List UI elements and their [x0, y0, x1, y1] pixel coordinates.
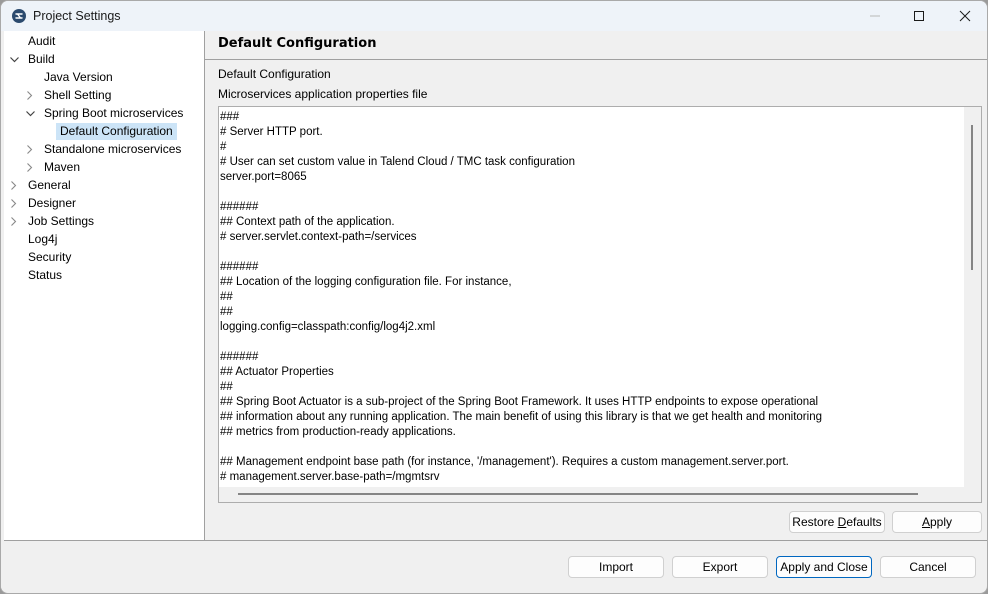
tree-item-label: Standalone microservices — [44, 142, 182, 156]
settings-tree: Audit Build Java Version Shell Setting Sprin… — [4, 31, 205, 540]
tree-item-label: Spring Boot microservices — [44, 106, 184, 120]
tree-item-label: Maven — [44, 160, 81, 174]
vertical-scroll-thumb[interactable] — [971, 125, 973, 270]
restore-defaults-label-pre: Restore — [792, 515, 838, 529]
chevron-right-icon[interactable] — [9, 213, 19, 230]
tree-item-general[interactable]: General — [4, 177, 204, 194]
tree-item-spring-boot-microservices[interactable]: Spring Boot microservices — [4, 105, 204, 122]
chevron-right-icon[interactable] — [25, 159, 35, 176]
page-title: Default Configuration — [218, 36, 377, 51]
tree-item-status[interactable]: Status — [4, 267, 204, 284]
close-button[interactable] — [942, 1, 987, 31]
properties-editor[interactable]: ### # Server HTTP port. # # User can set… — [218, 106, 982, 503]
scrollbar-corner — [964, 487, 981, 502]
chevron-right-icon[interactable] — [9, 177, 19, 194]
tree-item-security[interactable]: Security — [4, 249, 204, 266]
tree-item-label: Audit — [28, 34, 56, 48]
tree-item-default-configuration[interactable]: Default Configuration — [4, 123, 204, 140]
tree-item-label: Log4j — [28, 232, 58, 246]
tree-item-label: General — [28, 178, 71, 192]
apply-label-post: pply — [930, 515, 953, 529]
section-label: Default Configuration — [218, 67, 331, 81]
horizontal-scroll-thumb[interactable] — [238, 493, 918, 495]
tree-item-designer[interactable]: Designer — [4, 195, 204, 212]
tree-item-label: Java Version — [44, 70, 113, 84]
restore-defaults-button[interactable]: Restore Defaults — [789, 511, 885, 533]
restore-defaults-label-post: efaults — [846, 515, 882, 529]
chevron-down-icon[interactable] — [25, 105, 35, 122]
import-button[interactable]: Import — [568, 556, 664, 578]
close-icon — [959, 10, 971, 22]
minimize-icon — [870, 15, 880, 17]
tree-item-label: Security — [28, 250, 72, 264]
chevron-right-icon[interactable] — [25, 141, 35, 158]
tree-item-label: Build — [28, 52, 55, 66]
tree-item-label: Designer — [28, 196, 77, 210]
editor-label: Microservices application properties fil… — [218, 87, 428, 101]
tree-item-java-version[interactable]: Java Version — [4, 69, 204, 86]
vertical-scrollbar[interactable] — [964, 107, 981, 502]
apply-button[interactable]: Apply — [892, 511, 982, 533]
tree-item-label: Status — [28, 268, 63, 282]
title-bar: Project Settings — [1, 1, 987, 31]
horizontal-scrollbar[interactable] — [219, 487, 964, 502]
tree-item-log4j[interactable]: Log4j — [4, 231, 204, 248]
tree-item-build[interactable]: Build — [4, 51, 204, 68]
tree-item-standalone-microservices[interactable]: Standalone microservices — [4, 141, 204, 158]
page-header: Default Configuration — [205, 31, 987, 60]
tree-item-label: Job Settings — [28, 214, 95, 228]
maximize-button[interactable] — [896, 1, 942, 31]
apply-mnemonic: A — [921, 515, 930, 529]
export-button[interactable]: Export — [672, 556, 768, 578]
tree-item-audit[interactable]: Audit — [4, 33, 204, 50]
footer-divider — [4, 540, 987, 541]
tree-item-shell-setting[interactable]: Shell Setting — [4, 87, 204, 104]
talend-app-icon — [12, 9, 26, 23]
cancel-button[interactable]: Cancel — [880, 556, 976, 578]
apply-and-close-button[interactable]: Apply and Close — [776, 556, 872, 578]
properties-text[interactable]: ### # Server HTTP port. # # User can set… — [220, 110, 963, 485]
minimize-button[interactable] — [852, 1, 898, 31]
chevron-right-icon[interactable] — [9, 195, 19, 212]
project-settings-dialog: Project Settings Audit Build Java Version S… — [0, 0, 988, 594]
tree-item-job-settings[interactable]: Job Settings — [4, 213, 204, 230]
maximize-icon — [914, 11, 924, 21]
window-title: Project Settings — [33, 9, 121, 23]
tree-item-label: Default Configuration — [56, 123, 177, 140]
tree-item-label: Shell Setting — [44, 88, 112, 102]
chevron-down-icon[interactable] — [9, 51, 19, 68]
tree-item-maven[interactable]: Maven — [4, 159, 204, 176]
chevron-right-icon[interactable] — [25, 87, 35, 104]
